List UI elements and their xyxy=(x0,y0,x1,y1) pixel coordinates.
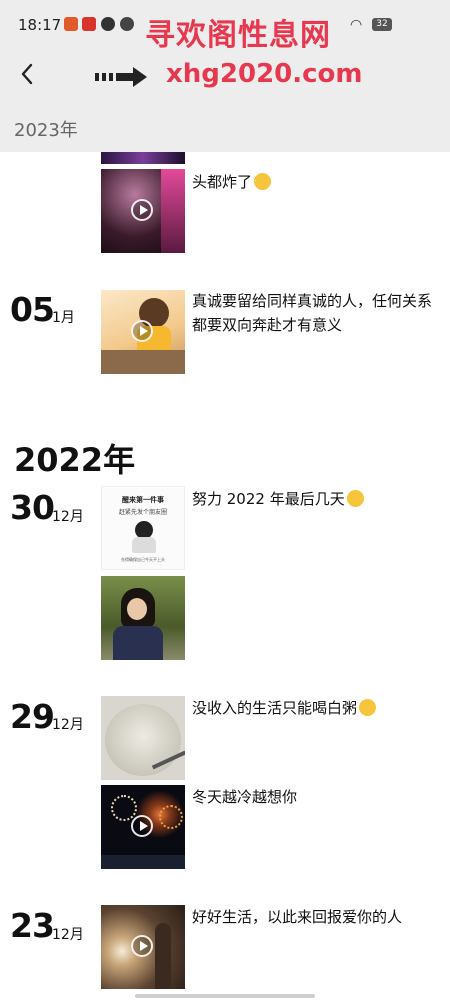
post-day: 29 xyxy=(10,697,55,736)
play-icon xyxy=(131,935,153,957)
post-month: 12月 xyxy=(52,509,84,525)
video-thumbnail[interactable] xyxy=(101,905,185,989)
post-month: 1月 xyxy=(52,310,75,326)
watermark-url: xhg2020.com xyxy=(166,59,363,89)
wifi-icon: ◠ xyxy=(350,17,363,33)
watermark-text: 寻欢阁性息网 xyxy=(145,18,331,53)
post-caption: 努力 2022 年最后几天 xyxy=(192,487,437,511)
notification-icon xyxy=(120,17,134,31)
post-month: 12月 xyxy=(52,717,84,733)
notification-icon xyxy=(101,17,115,31)
status-bar: 18:17 寻欢阁性息网 ◠ 32 xyxy=(0,0,450,53)
poster-line: 先得确保自己今天不上头 xyxy=(121,557,165,562)
post-thumbnail[interactable] xyxy=(101,152,185,164)
video-thumbnail[interactable] xyxy=(101,290,185,374)
post-day: 23 xyxy=(10,906,55,945)
post-day: 05 xyxy=(10,290,55,329)
sticky-year-header: 2023年 xyxy=(0,102,450,152)
home-indicator[interactable] xyxy=(135,994,315,998)
poster-line: 醒来第一件事 xyxy=(122,496,164,504)
image-thumbnail[interactable] xyxy=(101,696,185,780)
image-thumbnail[interactable] xyxy=(101,576,185,660)
sticky-year-label: 2023年 xyxy=(14,120,78,141)
battery-icon: 32 xyxy=(372,18,392,31)
play-icon xyxy=(131,320,153,342)
post-caption: 冬天越冷越想你 xyxy=(192,788,298,806)
post-caption: 真诚要留给同样真诚的人，任何关系都要双向奔赴才有意义 xyxy=(192,292,433,334)
post-month: 12月 xyxy=(52,927,84,943)
video-thumbnail[interactable] xyxy=(101,169,185,253)
emoji-icon xyxy=(254,173,272,190)
year-heading: 2022年 xyxy=(14,441,136,479)
back-arrow-icon[interactable] xyxy=(14,60,42,88)
status-time: 18:17 xyxy=(18,16,62,34)
post-caption: 没收入的生活只能喝白粥 xyxy=(192,696,437,720)
emoji-icon xyxy=(346,490,364,507)
play-icon xyxy=(131,815,153,837)
nav-bar: xhg2020.com xyxy=(0,50,450,102)
post-day: 30 xyxy=(10,488,55,527)
post-caption: 头都炸了 xyxy=(192,170,437,194)
poster-line: 赶紧先发个朋友圈 xyxy=(118,509,167,516)
image-thumbnail[interactable]: 醒来第一件事 赶紧先发个朋友圈 先得确保自己今天不上头 xyxy=(101,486,185,570)
notification-icon xyxy=(82,17,96,31)
post-caption: 好好生活，以此来回报爱你的人 xyxy=(192,908,403,926)
emoji-icon xyxy=(359,699,377,716)
play-icon xyxy=(131,199,153,221)
watermark-arrow-icon xyxy=(95,67,147,87)
notification-icon xyxy=(64,17,78,31)
video-thumbnail[interactable] xyxy=(101,785,185,869)
